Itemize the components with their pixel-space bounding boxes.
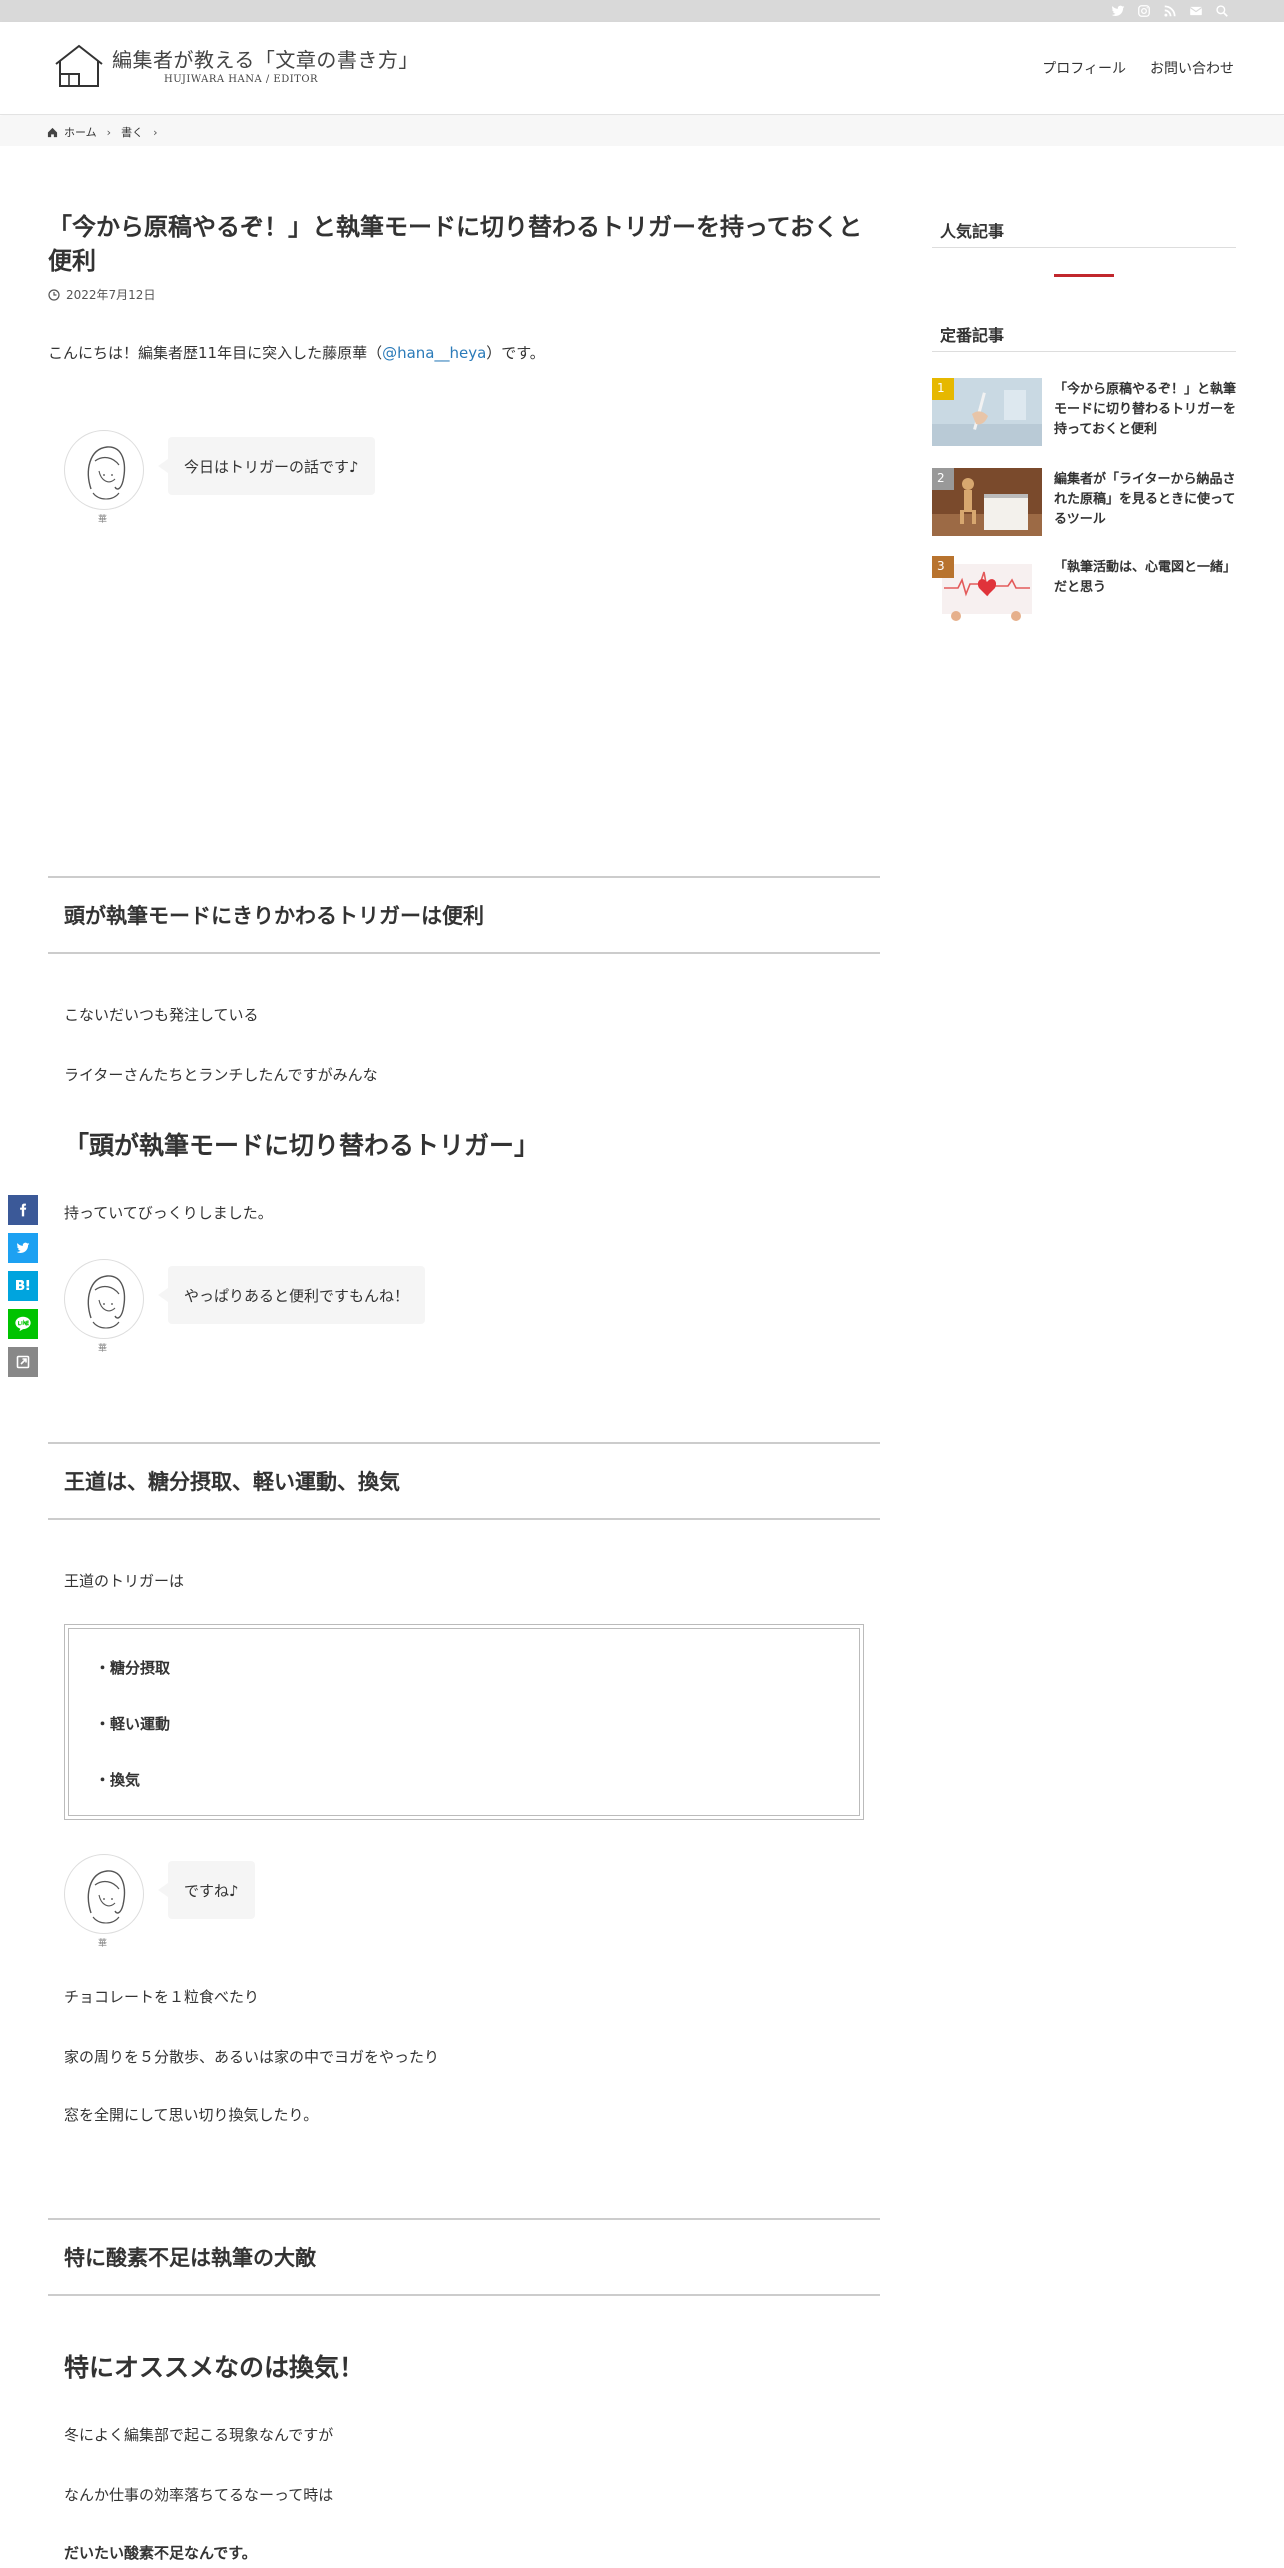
line-icon: [15, 1316, 31, 1332]
avatar-name: 華: [98, 515, 108, 525]
twitter-handle-link[interactable]: @hana__heya: [382, 344, 486, 362]
house-logo-icon: [55, 44, 103, 87]
ranking-title: 編集者が「ライターから納品された原稿」を見るときに使ってるツール: [1054, 472, 1236, 527]
breadcrumb: ホーム › 書く ›: [0, 116, 1284, 146]
rank-number-badge: 2: [932, 468, 954, 490]
intro-text: こんにちは！編集者歴11年目に突入した藤原華（@hana__heya）です。: [48, 342, 545, 363]
rss-icon[interactable]: [1162, 3, 1178, 19]
paragraph: なんか仕事の効率落ちてるなーって時は: [64, 2486, 334, 2504]
loading-bar: [1054, 274, 1114, 277]
global-nav: プロフィール お問い合わせ: [1042, 58, 1234, 78]
subheading: 「頭が執筆モードに切り替わるトリガー」: [64, 1131, 540, 1160]
speech-balloon: 華 ですね♪: [64, 1854, 764, 1949]
list-item: ・軽い運動: [95, 1715, 171, 1733]
balloon-text: やっぱりあると便利ですもんね！: [157, 1266, 426, 1324]
rank-number-badge: 1: [932, 378, 954, 400]
paragraph: 持っていてびっくりしました。: [64, 1204, 273, 1222]
paragraph: チョコレートを１粒食べたり: [64, 1988, 260, 2006]
top-social-bar: [0, 0, 1284, 22]
paragraph: ライターさんたちとランチしたんですがみんな: [64, 1066, 378, 1084]
balloon-text: ですね♪: [158, 1861, 255, 1919]
paragraph: 王道のトリガーは: [64, 1572, 185, 1590]
paragraph: 家の周りを５分散歩、あるいは家の中でヨガをやったり: [64, 2048, 440, 2066]
line-share-button[interactable]: [8, 1309, 38, 1339]
share-buttons: [8, 1195, 38, 1385]
subheading: 特にオススメなのは換気！: [64, 2353, 365, 2382]
hatena-share-button[interactable]: [8, 1271, 38, 1301]
home-icon: [47, 127, 58, 137]
nav-profile[interactable]: プロフィール: [1042, 58, 1126, 78]
breadcrumb-category[interactable]: 書く: [121, 124, 143, 140]
avatar-name: 華: [98, 1344, 108, 1354]
chevron-right-icon: ›: [153, 125, 158, 139]
facebook-share-button[interactable]: [8, 1195, 38, 1225]
ranking-title: 「執筆活動は、心電図と一緒」だと思う: [1054, 560, 1237, 595]
avatar-illustration-icon: [87, 1275, 126, 1329]
standard-posts-title: 定番記事: [932, 312, 1236, 352]
paragraph: 冬によく編集部で起こる現象なんですが: [64, 2426, 334, 2444]
list-box: ・糖分摂取 ・軽い運動 ・換気: [64, 1624, 864, 1820]
twitter-icon: [16, 1242, 30, 1254]
site-header: 編集者が教える「文章の書き方」 HUJIWARA HANA / EDITOR プ…: [0, 22, 1284, 115]
avatar: [64, 1259, 144, 1339]
article-thumbnail: 1: [932, 378, 1042, 446]
section-heading: 王道は、糖分摂取、軽い運動、換気: [48, 1442, 880, 1520]
ranking-title: 「今から原稿やるぞ！」と執筆モードに切り替わるトリガーを持っておくと便利: [1054, 382, 1237, 437]
paragraph: こないだいつも発注している: [64, 1006, 259, 1024]
instagram-icon[interactable]: [1136, 3, 1152, 19]
avatar: [64, 430, 144, 510]
logo-title: 編集者が教える「文章の書き方」: [112, 48, 419, 72]
avatar-illustration-icon: [87, 1870, 126, 1924]
paragraph: だいたい酸素不足なんです。: [64, 2544, 257, 2562]
article-thumbnail: 2: [932, 468, 1042, 536]
section-heading: 頭が執筆モードにきりかわるトリガーは便利: [48, 876, 880, 954]
post-date: 2022年7月12日: [48, 286, 155, 303]
facebook-icon: [20, 1203, 27, 1217]
speech-balloon: 華 やっぱりあると便利ですもんね！: [64, 1259, 764, 1354]
speech-balloon: 華 今日はトリガーの話です♪: [64, 430, 764, 525]
clock-icon: [48, 288, 60, 301]
list-item: ・糖分摂取: [95, 1659, 171, 1677]
rank-number-badge: 3: [932, 556, 954, 578]
site-logo[interactable]: 編集者が教える「文章の書き方」 HUJIWARA HANA / EDITOR: [52, 42, 418, 102]
popular-posts-title: 人気記事: [932, 208, 1236, 248]
page-title: 「今から原稿やるぞ！」と執筆モードに切り替わるトリガーを持っておくと便利: [48, 213, 863, 275]
article-thumbnail: 3: [932, 556, 1042, 624]
avatar-illustration-icon: [87, 446, 126, 500]
ranking-item[interactable]: 1 「今から原稿やるぞ！」と執筆モードに切り替わるトリガーを持っておくと便利: [932, 378, 1236, 448]
twitter-icon[interactable]: [1110, 3, 1126, 19]
paragraph: 窓を全開にして思い切り換気したり。: [64, 2106, 319, 2124]
intro-before: こんにちは！編集者歴11年目に突入した藤原華（: [48, 344, 383, 362]
share-icon: [16, 1355, 30, 1369]
mail-icon[interactable]: [1188, 3, 1204, 19]
balloon-text: 今日はトリガーの話です♪: [158, 437, 375, 495]
chevron-right-icon: ›: [106, 125, 112, 139]
breadcrumb-home[interactable]: ホーム: [64, 124, 97, 140]
ranking-item[interactable]: 2 編集者が「ライターから納品された原稿」を見るときに使ってるツール: [932, 468, 1236, 538]
nav-contact[interactable]: お問い合わせ: [1150, 58, 1234, 78]
hatena-bookmark-icon: [16, 1280, 30, 1290]
twitter-share-button[interactable]: [8, 1233, 38, 1263]
search-icon[interactable]: [1214, 3, 1230, 19]
avatar-name: 華: [98, 1939, 108, 1949]
copy-share-button[interactable]: [8, 1347, 38, 1377]
section-heading: 特に酸素不足は執筆の大敵: [48, 2218, 880, 2296]
intro-after: ）です。: [486, 344, 545, 362]
logo-subtitle: HUJIWARA HANA / EDITOR: [164, 74, 319, 85]
avatar: [64, 1854, 144, 1934]
list-item: ・換気: [95, 1771, 141, 1789]
ranking-item[interactable]: 3 「執筆活動は、心電図と一緒」だと思う: [932, 556, 1236, 626]
post-date-text: 2022年7月12日: [66, 288, 156, 302]
